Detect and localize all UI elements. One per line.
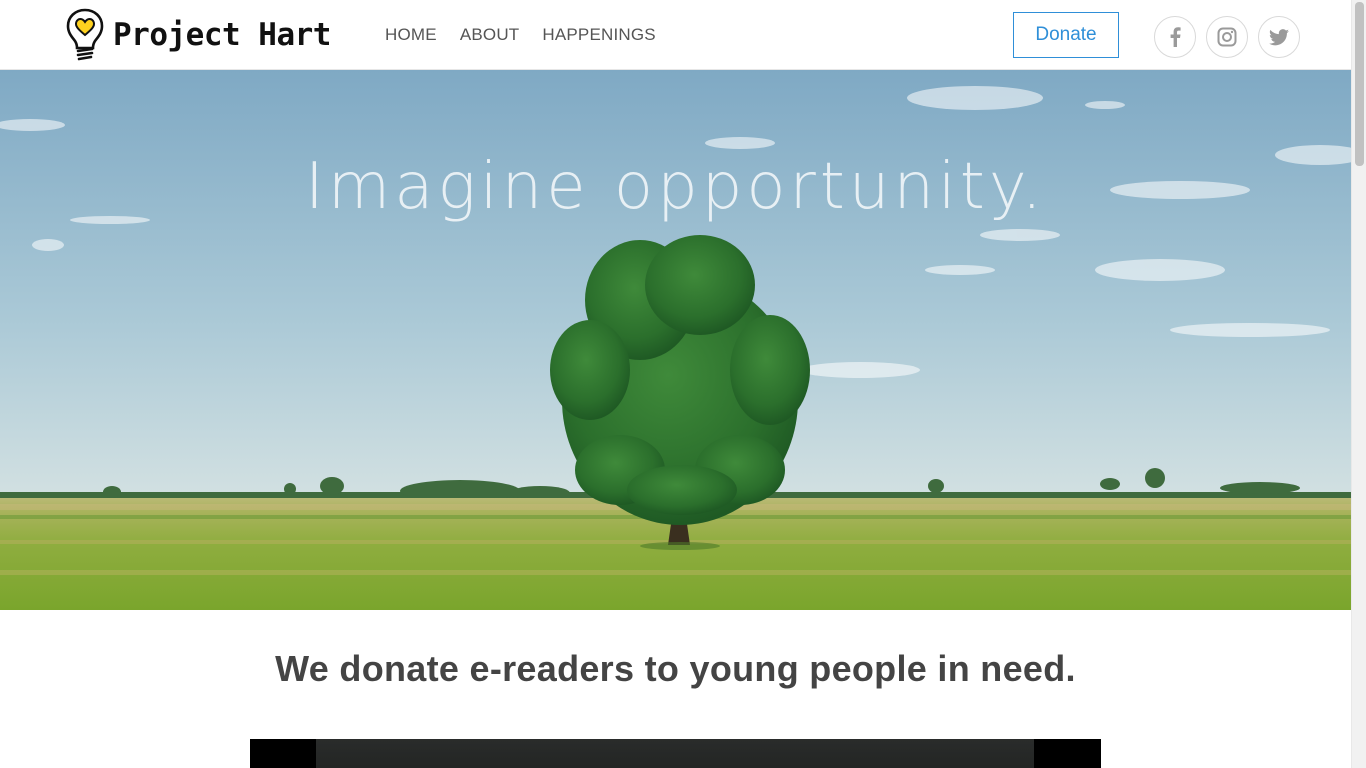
donate-button[interactable]: Donate: [1013, 12, 1119, 58]
main-nav: HOME ABOUT HAPPENINGS: [385, 0, 679, 70]
video-frame: [316, 739, 1034, 768]
hero-banner: Imagine opportunity.: [0, 70, 1351, 610]
brand-link[interactable]: Project Hart: [66, 8, 331, 62]
site-header: Project Hart HOME ABOUT HAPPENINGS Donat…: [0, 0, 1351, 70]
nav-happenings[interactable]: HAPPENINGS: [542, 25, 655, 45]
mission-statement: We donate e-readers to young people in n…: [275, 648, 1076, 689]
hero-headline: Imagine opportunity.: [305, 150, 1046, 224]
twitter-link[interactable]: [1258, 16, 1300, 58]
instagram-icon: [1217, 27, 1237, 47]
facebook-link[interactable]: [1154, 16, 1196, 58]
scrollbar-thumb[interactable]: [1355, 2, 1364, 166]
brand-name: Project Hart: [113, 17, 331, 53]
twitter-icon: [1269, 28, 1289, 45]
nav-about[interactable]: ABOUT: [460, 25, 520, 45]
instagram-link[interactable]: [1206, 16, 1248, 58]
nav-home[interactable]: HOME: [385, 25, 437, 45]
page-scrollbar[interactable]: [1351, 0, 1366, 768]
lightbulb-heart-logo: [66, 8, 104, 61]
video-player[interactable]: [250, 739, 1101, 768]
facebook-icon: [1170, 27, 1181, 47]
